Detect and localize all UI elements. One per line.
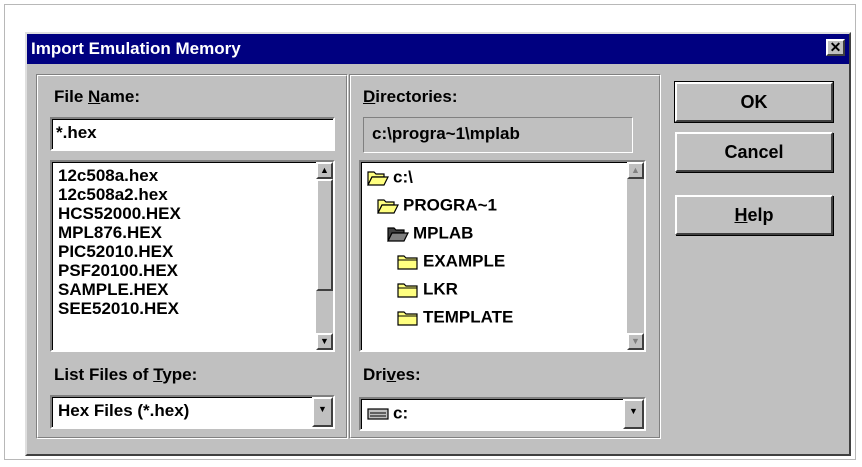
scroll-down-button[interactable]: ▼ [316,333,333,350]
list-item[interactable]: PIC52010.HEX [52,242,316,261]
dir-item-label: MPLAB [413,223,474,243]
dir-item-label: PROGRA~1 [403,195,497,215]
list-item[interactable]: MPL876.HEX [52,223,316,242]
folder-icon [397,310,418,326]
directory-scrollbar[interactable]: ▲ ▼ [627,162,644,350]
close-button[interactable]: ✕ [826,39,845,56]
drive-icon [367,407,389,420]
file-type-select[interactable]: Hex Files (*.hex) ▼ [50,395,335,429]
close-icon: ✕ [829,39,842,55]
file-name-group: File Name: *.hex 12c508a.hex 12c508a2.he… [36,74,348,439]
file-type-dropdown-button[interactable]: ▼ [312,397,333,427]
dir-item-label: LKR [423,279,458,299]
list-item[interactable]: SAMPLE.HEX [52,280,316,299]
list-item[interactable]: PSF20100.HEX [52,261,316,280]
list-item[interactable]: SEE52010.HEX [52,299,316,318]
dir-item-lkr[interactable]: LKR [367,275,624,303]
file-name-value: *.hex [56,123,97,142]
scroll-down-button[interactable]: ▼ [627,333,644,350]
open-folder-selected-icon [387,226,409,242]
folder-icon [397,254,418,270]
dir-item-progra[interactable]: PROGRA~1 [367,191,624,219]
dir-item-label: EXAMPLE [423,251,506,271]
scroll-thumb[interactable] [316,179,333,291]
directory-tree[interactable]: c:\ PROGRA~1 MPLAB EXAMPLE LKR TEMPLATE … [359,160,646,352]
dir-item-template[interactable]: TEMPLATE [367,303,624,331]
file-list[interactable]: 12c508a.hex 12c508a2.hex HCS52000.HEX MP… [50,160,335,352]
file-name-label: File Name: [54,87,140,106]
dir-item-root[interactable]: c:\ [367,163,624,191]
file-list-items: 12c508a.hex 12c508a2.hex HCS52000.HEX MP… [52,166,316,318]
cancel-button[interactable]: Cancel [675,132,833,172]
file-type-label: List Files of Type: [54,365,198,384]
scroll-down-icon: ▼ [631,336,640,346]
scroll-up-button[interactable]: ▲ [316,162,333,179]
help-button[interactable]: Help [675,195,833,235]
file-type-value: Hex Files (*.hex) [58,401,190,420]
list-item[interactable]: HCS52000.HEX [52,204,316,223]
ok-button[interactable]: OK [674,81,834,123]
file-name-input[interactable]: *.hex [50,117,335,151]
drives-dropdown-button[interactable]: ▼ [623,399,644,429]
drive-value: c: [393,403,409,423]
dir-item-label: c:\ [393,167,413,187]
directories-label: Directories: [363,87,458,106]
scroll-up-icon: ▲ [320,165,329,175]
open-folder-icon [377,198,399,214]
dialog-title: Import Emulation Memory [31,39,241,58]
current-directory-path: c:\progra~1\mplab [363,117,633,153]
drives-label: Drives: [363,365,421,384]
scroll-up-button[interactable]: ▲ [627,162,644,179]
chevron-down-icon: ▼ [318,404,327,414]
drives-select[interactable]: c: ▼ [359,397,646,431]
list-item[interactable]: 12c508a2.hex [52,185,316,204]
dir-item-example[interactable]: EXAMPLE [367,247,624,275]
window-frame: Import Emulation Memory ✕ File Name: *.h… [4,4,856,460]
chevron-down-icon: ▼ [629,406,638,416]
scroll-down-icon: ▼ [320,336,329,346]
directories-group: Directories: c:\progra~1\mplab c:\ PROGR… [349,74,661,439]
import-emulation-memory-dialog: Import Emulation Memory ✕ File Name: *.h… [25,32,851,456]
open-folder-icon [367,170,389,186]
scroll-up-icon: ▲ [631,165,640,175]
title-bar[interactable]: Import Emulation Memory ✕ [27,34,849,64]
file-list-scrollbar[interactable]: ▲ ▼ [316,162,333,350]
directory-items: c:\ PROGRA~1 MPLAB EXAMPLE LKR TEMPLATE [367,163,624,331]
list-item[interactable]: 12c508a.hex [52,166,316,185]
folder-icon [397,282,418,298]
dir-item-mplab[interactable]: MPLAB [367,219,624,247]
dir-item-label: TEMPLATE [423,307,514,327]
